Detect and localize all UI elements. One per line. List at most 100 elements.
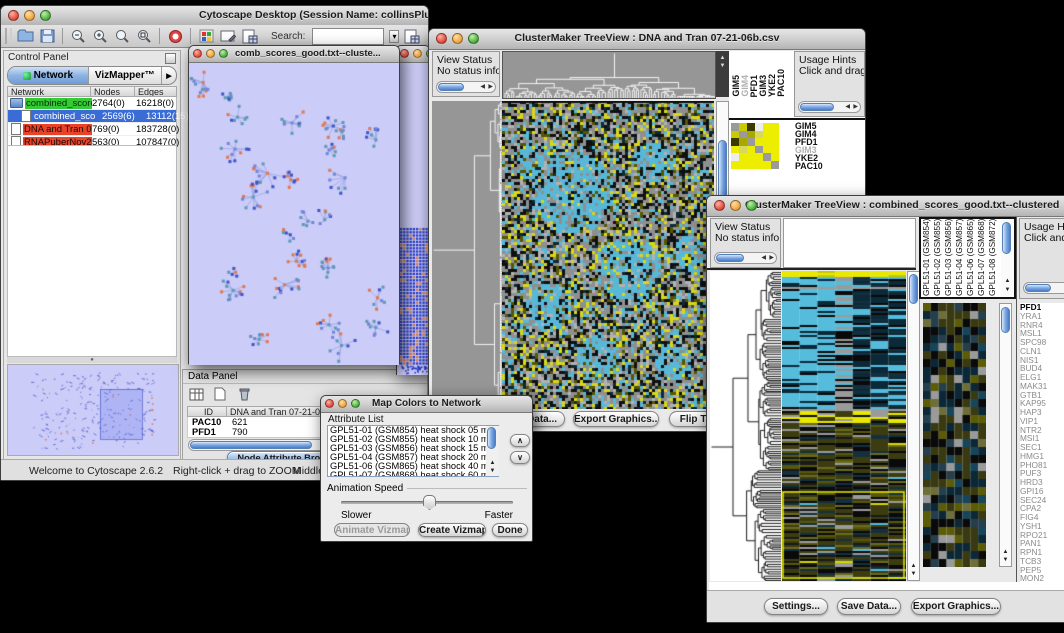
close-button[interactable] <box>193 49 202 58</box>
search-input[interactable] <box>312 28 384 45</box>
attribute-list-item[interactable]: GPL51-03 (GSM856) heat shock 15 min <box>328 444 498 453</box>
tv2-labels-vscrollbar[interactable]: ▲▼ <box>1001 219 1014 297</box>
import-table-icon[interactable] <box>403 27 421 45</box>
import-table-icon[interactable] <box>241 27 259 45</box>
gene-label[interactable]: SEC1 <box>1020 443 1064 452</box>
gene-label[interactable]: BUD4 <box>1020 364 1064 373</box>
gene-label[interactable]: HAP3 <box>1020 408 1064 417</box>
create-vizmap-button[interactable]: Create Vizmap <box>418 523 486 537</box>
close-button[interactable] <box>714 200 725 211</box>
tv1-zoom-heatmap[interactable] <box>731 123 779 169</box>
done-button[interactable]: Done <box>492 523 528 537</box>
gene-label[interactable]: VIP1 <box>1020 417 1064 426</box>
main-titlebar[interactable]: Cytoscape Desktop (Session Name: collins… <box>1 6 428 26</box>
attribute-list-vscrollbar[interactable]: ▲▼ <box>486 426 499 476</box>
tv2-export-graphics-button[interactable]: Export Graphics... <box>911 598 1001 615</box>
move-down-button[interactable]: ∨ <box>510 451 530 464</box>
gene-label[interactable]: NTR2 <box>1020 426 1064 435</box>
tv2-gene-list[interactable]: PFD1YRA1RNR4MSL1SPC98CLN1NIS1BUD4ELG1MAK… <box>1020 303 1064 583</box>
tv1-status-hscrollbar[interactable]: ◀▶ <box>436 81 496 93</box>
tv2-heatmap-vscrollbar[interactable]: ▲▼ <box>907 271 920 581</box>
gene-label[interactable]: RPN1 <box>1020 548 1064 557</box>
close-button[interactable] <box>400 49 409 58</box>
network-table-row[interactable]: DNA and Tran 07769(0)183728(0) <box>8 123 176 136</box>
minimize-button[interactable] <box>413 49 422 58</box>
tv2-row-dendrogram[interactable] <box>710 271 781 581</box>
move-up-button[interactable]: ∧ <box>510 434 530 447</box>
attribute-table-icon[interactable] <box>187 385 205 403</box>
tv2-zoom-heatmap[interactable] <box>923 303 986 567</box>
attribute-list-item[interactable]: GPL51-02 (GSM855) heat shock 10 min <box>328 435 498 444</box>
gene-label[interactable]: ELG1 <box>1020 373 1064 382</box>
zoom-out-icon[interactable] <box>69 27 87 45</box>
tv1-usage-hscrollbar[interactable]: ◀▶ <box>798 101 861 113</box>
help-ring-icon[interactable] <box>166 27 184 45</box>
gene-label[interactable]: YSH1 <box>1020 522 1064 531</box>
close-button[interactable] <box>325 399 334 408</box>
tv1-scroll-corner[interactable]: ▲▼ <box>716 51 729 97</box>
tv2-usage-hscrollbar[interactable]: ◀▶ <box>1023 282 1064 294</box>
gene-label[interactable]: TCB3 <box>1020 557 1064 566</box>
zoom-button[interactable] <box>468 33 479 44</box>
gene-label[interactable]: MAK31 <box>1020 382 1064 391</box>
gene-label[interactable]: PEP5 <box>1020 566 1064 575</box>
tv2-status-hscrollbar[interactable]: ◀▶ <box>714 252 777 264</box>
gene-label[interactable]: SEC24 <box>1020 496 1064 505</box>
gene-label[interactable]: SPC98 <box>1020 338 1064 347</box>
gene-label[interactable]: NIS1 <box>1020 356 1064 365</box>
gene-label[interactable]: PHO81 <box>1020 461 1064 470</box>
gene-label[interactable]: CPA2 <box>1020 504 1064 513</box>
gene-label[interactable]: MSL1 <box>1020 329 1064 338</box>
gene-label[interactable]: CLN1 <box>1020 347 1064 356</box>
birdseye-view[interactable] <box>7 364 179 456</box>
tab-overflow-arrow[interactable]: ▶ <box>162 67 176 84</box>
open-file-icon[interactable] <box>16 27 34 45</box>
attribute-list-item[interactable]: GPL51-01 (GSM854) heat shock 05 min <box>328 426 498 435</box>
tv2-heatmap[interactable] <box>782 271 906 581</box>
zoom-button[interactable] <box>351 399 360 408</box>
tab-vizmapper[interactable]: VizMapper™ <box>89 67 162 84</box>
minimize-button[interactable] <box>338 399 347 408</box>
zoom-in-icon[interactable] <box>91 27 109 45</box>
gene-label[interactable]: RPO21 <box>1020 531 1064 540</box>
network-view-canvas-2[interactable] <box>397 63 429 375</box>
gene-label[interactable]: HMG1 <box>1020 452 1064 461</box>
minimize-button[interactable] <box>452 33 463 44</box>
speed-slider-thumb[interactable] <box>423 495 436 510</box>
attribute-list-item[interactable]: GPL51-06 (GSM865) heat shock 40 min <box>328 462 498 471</box>
tv1-export-graphics-button[interactable]: Export Graphics... <box>573 411 659 427</box>
close-button[interactable] <box>8 10 19 21</box>
gene-label[interactable]: HRD3 <box>1020 478 1064 487</box>
zoom-fit-icon[interactable] <box>135 27 153 45</box>
zoom-one-icon[interactable] <box>113 27 131 45</box>
minimize-button[interactable] <box>24 10 35 21</box>
gene-label[interactable]: KAP95 <box>1020 399 1064 408</box>
tv1-heatmap[interactable] <box>502 101 714 409</box>
gene-label[interactable]: RNR4 <box>1020 321 1064 330</box>
tv1-column-dendrogram[interactable] <box>502 51 716 99</box>
tv2-zoom-vscrollbar[interactable]: ▲▼ <box>999 303 1012 567</box>
float-panel-icon[interactable] <box>165 53 176 64</box>
minimize-button[interactable] <box>730 200 741 211</box>
minimize-button[interactable] <box>206 49 215 58</box>
gene-label[interactable]: PAN1 <box>1020 539 1064 548</box>
network-table-row[interactable]: combined_scores_2764(0)16218(0) <box>8 97 176 110</box>
tab-network[interactable]: Network <box>8 67 89 84</box>
gene-label[interactable]: MSI1 <box>1020 434 1064 443</box>
attribute-list[interactable]: GPL51-01 (GSM854) heat shock 05 minGPL51… <box>327 425 499 477</box>
new-attribute-icon[interactable] <box>211 385 229 403</box>
zoom-button[interactable] <box>219 49 228 58</box>
vizmapper-icon[interactable] <box>197 27 215 45</box>
tv2-save-data-button[interactable]: Save Data... <box>837 598 901 615</box>
gene-label[interactable]: PFD1 <box>1020 303 1064 312</box>
panel-splitter[interactable]: ● <box>7 357 177 363</box>
zoom-button[interactable] <box>746 200 757 211</box>
attribute-list-item[interactable]: GPL51-04 (GSM857) heat shock 20 min <box>328 453 498 462</box>
delete-attribute-icon[interactable] <box>235 385 253 403</box>
network-table-row[interactable]: combined_sco2569(6)13112(15) <box>8 110 176 123</box>
save-icon[interactable] <box>38 27 56 45</box>
close-button[interactable] <box>436 33 447 44</box>
tv1-row-dendrogram[interactable] <box>432 101 502 409</box>
gene-label[interactable]: PUF3 <box>1020 469 1064 478</box>
annotation-icon[interactable] <box>219 27 237 45</box>
